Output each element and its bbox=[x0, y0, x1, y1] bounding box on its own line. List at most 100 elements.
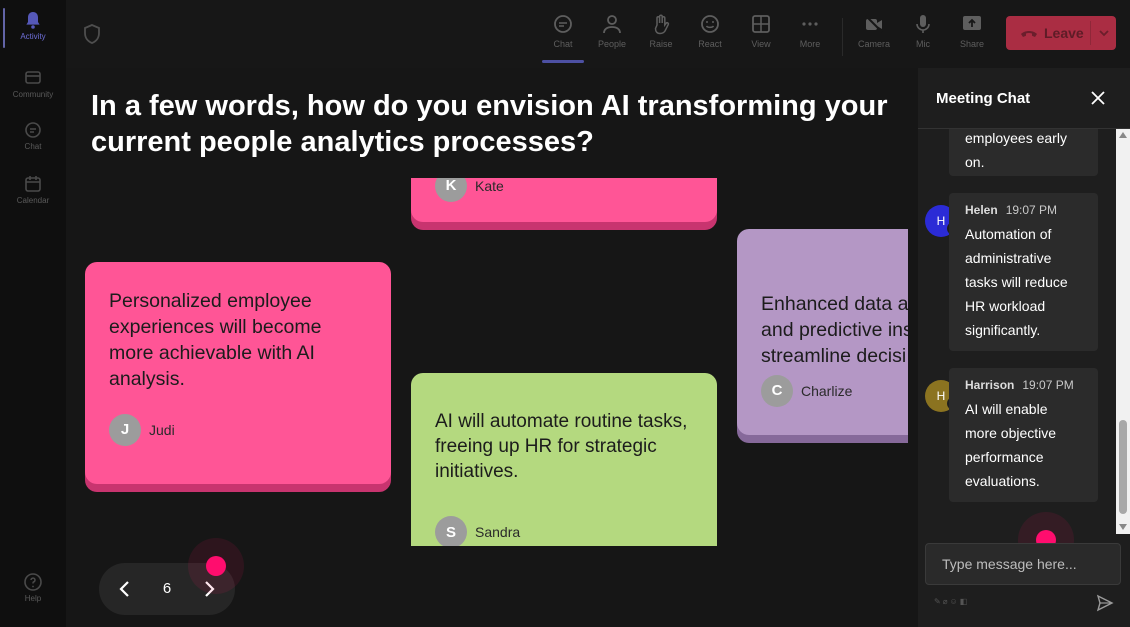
toolbar-button-label: Chat bbox=[553, 39, 573, 49]
more-icon bbox=[802, 22, 818, 26]
attach-icon[interactable]: ⌀ bbox=[943, 597, 950, 606]
bell-icon bbox=[26, 12, 40, 29]
send-icon[interactable] bbox=[1096, 594, 1114, 612]
chevron-down-icon[interactable] bbox=[1098, 27, 1110, 39]
chat-format-tools[interactable]: ✎⌀☺◧ bbox=[934, 597, 969, 606]
chat-header: Meeting Chat bbox=[918, 68, 1130, 129]
chat-message: employees early on. bbox=[949, 128, 1098, 176]
response-card[interactable]: K Kate bbox=[411, 178, 717, 222]
message-time: 19:07 PM bbox=[1022, 378, 1074, 392]
leave-label: Leave bbox=[1044, 25, 1084, 41]
community-icon bbox=[25, 71, 41, 84]
shield-icon bbox=[84, 24, 100, 44]
left-rail: Activity Community Chat Calendar Help bbox=[0, 0, 67, 627]
message-author: Harrison bbox=[965, 378, 1015, 392]
meeting-app: Activity Community Chat Calendar Help Ch… bbox=[0, 0, 1130, 627]
rail-item-help[interactable]: Help bbox=[0, 566, 66, 616]
toolbar-button-label: View bbox=[751, 39, 771, 49]
response-card[interactable]: Enhanced data a and predictive ins strea… bbox=[737, 229, 908, 435]
leave-button[interactable]: Leave bbox=[1006, 16, 1116, 50]
avatar-initial: H bbox=[936, 214, 946, 228]
message-author: Helen bbox=[965, 203, 998, 217]
toolbar-button-label: Camera bbox=[857, 39, 890, 49]
share-icon bbox=[963, 16, 981, 30]
message-text: AI will enable more objective performanc… bbox=[965, 401, 1057, 489]
toolbar-share-button[interactable]: Share bbox=[949, 10, 995, 62]
rail-item-chat[interactable]: Chat bbox=[0, 114, 66, 164]
gif-icon[interactable]: ◧ bbox=[960, 597, 970, 606]
camera-off-icon bbox=[865, 15, 883, 33]
avatar: S bbox=[435, 516, 467, 546]
avatar: C bbox=[761, 375, 793, 407]
meeting-toolbar: Chat People Raise React View More Camera bbox=[66, 0, 1130, 68]
card-text: Personalized employee experiences will b… bbox=[109, 290, 322, 390]
chat-title: Meeting Chat bbox=[936, 90, 1031, 107]
card-author: C Charlize bbox=[761, 375, 852, 407]
toolbar-react-button[interactable]: React bbox=[687, 10, 733, 62]
toolbar-button-label: People bbox=[597, 39, 627, 49]
scrollbar-thumb[interactable] bbox=[1119, 420, 1127, 514]
card-author: K Kate bbox=[435, 178, 504, 202]
message-meta: Helen 19:07 PM bbox=[965, 203, 1082, 217]
avatar: K bbox=[435, 178, 467, 202]
close-icon[interactable] bbox=[1090, 90, 1106, 106]
phone-hangup-icon bbox=[1021, 31, 1037, 37]
avatar-initial: H bbox=[936, 389, 946, 403]
leave-divider bbox=[1090, 21, 1091, 45]
author-name: Charlize bbox=[801, 383, 853, 399]
toolbar-button-label: Share bbox=[959, 39, 985, 49]
view-icon bbox=[752, 15, 770, 33]
cursor-indicator bbox=[206, 556, 226, 576]
react-icon bbox=[701, 15, 719, 33]
message-text: employees early on. bbox=[965, 130, 1067, 170]
chat-message: Harrison 19:07 PM AI will enable more obj… bbox=[949, 368, 1098, 502]
emoji-icon[interactable]: ☺ bbox=[950, 597, 960, 606]
rail-item-community[interactable]: Community bbox=[0, 62, 66, 112]
response-card[interactable]: AI will automate routine tasks, freeing … bbox=[411, 373, 717, 546]
chat-message: Helen 19:07 PM Automation of administrati… bbox=[949, 193, 1098, 351]
scroll-down-icon[interactable] bbox=[1119, 524, 1127, 530]
rail-item-label: Community bbox=[12, 90, 54, 99]
chat-message-input[interactable] bbox=[925, 543, 1121, 585]
raise-hand-icon bbox=[654, 14, 670, 35]
toolbar-divider bbox=[842, 18, 843, 56]
card-text: Enhanced data a and predictive ins strea… bbox=[761, 293, 908, 367]
chat-message-list[interactable]: employees early on. H Helen 19:07 PM Auto… bbox=[918, 128, 1130, 534]
chat-icon bbox=[25, 122, 41, 138]
rail-item-activity[interactable]: Activity bbox=[0, 4, 66, 54]
toolbar-raise-button[interactable]: Raise bbox=[638, 10, 684, 62]
question-title: In a few words, how do you envision AI t… bbox=[91, 90, 888, 158]
toolbar-mic-button[interactable]: Mic bbox=[900, 10, 946, 62]
people-icon bbox=[603, 15, 621, 34]
avatar: J bbox=[109, 414, 141, 446]
toolbar-button-label: Raise bbox=[649, 39, 673, 49]
meeting-chat-panel: Meeting Chat employees early on. H Helen… bbox=[918, 68, 1130, 627]
toolbar-more-button[interactable]: More bbox=[787, 10, 833, 62]
help-icon bbox=[24, 573, 42, 591]
response-card[interactable]: Personalized employee experiences will b… bbox=[85, 262, 391, 484]
card-text: AI will automate routine tasks, freeing … bbox=[435, 411, 688, 482]
chat-icon bbox=[554, 15, 572, 33]
toolbar-camera-button[interactable]: Camera bbox=[851, 10, 897, 62]
rail-item-label: Chat bbox=[24, 142, 42, 151]
toolbar-chat-button[interactable]: Chat bbox=[540, 10, 586, 63]
author-name: Judi bbox=[149, 422, 175, 438]
toolbar-button-label: Mic bbox=[916, 39, 930, 49]
author-name: Kate bbox=[475, 178, 504, 194]
rail-item-label: Calendar bbox=[16, 196, 50, 205]
rail-item-label: Help bbox=[24, 594, 42, 603]
calendar-icon bbox=[25, 176, 41, 192]
message-time: 19:07 PM bbox=[1005, 203, 1058, 217]
scroll-up-icon[interactable] bbox=[1119, 132, 1127, 138]
toolbar-people-button[interactable]: People bbox=[589, 10, 635, 62]
toolbar-button-label: More bbox=[799, 39, 821, 49]
chat-scrollbar[interactable] bbox=[1116, 128, 1130, 534]
message-meta: Harrison 19:07 PM bbox=[965, 378, 1082, 392]
toolbar-view-button[interactable]: View bbox=[738, 10, 784, 62]
author-name: Sandra bbox=[475, 523, 521, 540]
card-author: J Judi bbox=[109, 414, 175, 446]
rail-item-calendar[interactable]: Calendar bbox=[0, 168, 66, 218]
presentation-stage: In a few words, how do you envision AI t… bbox=[66, 68, 918, 627]
format-icon[interactable]: ✎ bbox=[934, 597, 943, 606]
toolbar-button-label: React bbox=[698, 39, 722, 49]
